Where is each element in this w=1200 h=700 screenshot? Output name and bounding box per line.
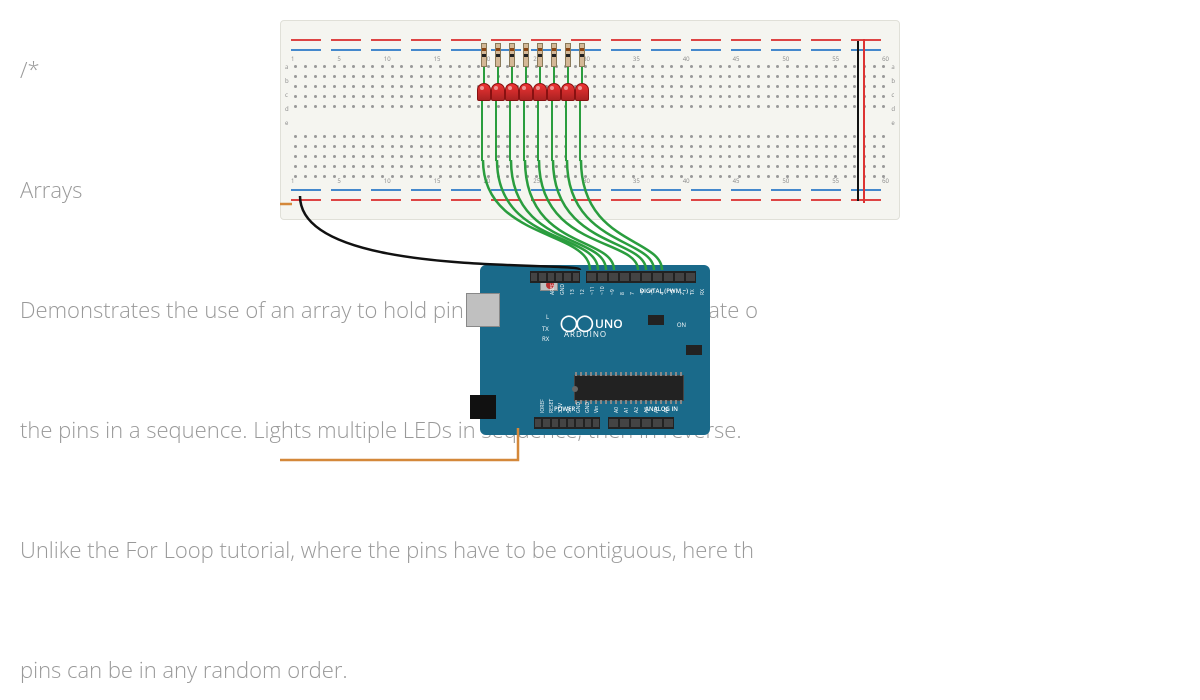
pin-label-digital: ~11 [590, 286, 596, 295]
led-lead [537, 101, 539, 161]
rail-jumper-red [863, 39, 865, 203]
pin-label-digital: 13 [570, 289, 576, 295]
analog-header [608, 417, 674, 429]
resistor [565, 43, 571, 67]
digital-header-left [530, 271, 580, 283]
arduino-uno-board: ◯◯ UNO ARDUINO DIGITAL (PWM ~) POWER ANA… [480, 265, 710, 435]
icsp-header-top [648, 315, 664, 325]
pin-label-power: Vin [594, 406, 600, 413]
resistor [523, 43, 529, 67]
resistor-lead [511, 67, 513, 83]
resistor-lead [483, 67, 485, 83]
led-lead [579, 101, 581, 161]
led-tx-label: TX [542, 325, 549, 333]
pin-label-analog: A3 [644, 407, 650, 413]
resistor [481, 43, 487, 67]
resistor [537, 43, 543, 67]
pin-label-power: RESET [549, 399, 555, 413]
pin-label-digital: RX [700, 289, 706, 295]
led-l-label: L [546, 313, 549, 321]
led-red [575, 83, 589, 101]
icsp-header-side [686, 345, 702, 355]
rail-jumper-black [857, 41, 859, 201]
pin-label-digital: 8 [620, 292, 626, 295]
pin-label-digital: ~10 [600, 286, 606, 295]
power-rail-top-negative [291, 49, 889, 51]
pin-label-power: IOREF [540, 399, 546, 413]
led-lead [481, 101, 483, 161]
led-red [477, 83, 491, 101]
resistor [551, 43, 557, 67]
column-ticks-bottom: 151015202530354045505560 [291, 177, 889, 185]
power-rail-top-positive [291, 39, 889, 41]
code-line [20, 580, 758, 640]
led-lead [565, 101, 567, 161]
pin-label-power: GND [585, 402, 591, 413]
pin-label-digital: ~9 [610, 289, 616, 295]
arduino-brand-text: ARDUINO [564, 329, 607, 340]
pin-label-analog: A1 [624, 407, 630, 413]
led-rx-label: RX [542, 335, 549, 343]
circuit-diagram: 151015202530354045505560 abcde abcde 151… [280, 20, 900, 220]
power-jack [470, 395, 496, 419]
pin-label-analog: A4 [654, 407, 660, 413]
on-led-label: ON [677, 321, 686, 329]
resistor-lead [539, 67, 541, 83]
pin-label-digital: ~6 [640, 289, 646, 295]
resistor [495, 43, 501, 67]
led-red [533, 83, 547, 101]
pin-label-digital: GND [560, 284, 566, 295]
pin-label-digital: TX [690, 289, 696, 295]
usb-port [466, 293, 500, 327]
pin-label-power: 3.3V [558, 403, 564, 413]
led-lead [495, 101, 497, 161]
led-red [547, 83, 561, 101]
code-line: pins can be in any random order. [20, 640, 758, 700]
power-rail-bottom-positive [291, 199, 889, 201]
tie-points-top [291, 61, 889, 111]
resistor [509, 43, 515, 67]
pin-label-digital: 4 [660, 292, 666, 295]
pin-label-digital: ~5 [650, 289, 656, 295]
row-labels-left: abcde [285, 63, 289, 127]
row-labels-right: abcde [891, 63, 895, 127]
code-line: Unlike the For Loop tutorial, where the … [20, 520, 758, 580]
pin-label-digital: 12 [580, 289, 586, 295]
power-rail-bottom-negative [291, 189, 889, 191]
atmega-chip [574, 375, 684, 401]
led-red [491, 83, 505, 101]
led-lead [509, 101, 511, 161]
pin-label-power: GND [576, 402, 582, 413]
power-header [534, 417, 600, 429]
resistor-lead [553, 67, 555, 83]
pin-label-digital: 2 [680, 292, 686, 295]
led-red [505, 83, 519, 101]
pin-label-analog: A2 [634, 407, 640, 413]
digital-header-right [586, 271, 696, 283]
breadboard: 151015202530354045505560 abcde abcde 151… [280, 20, 900, 220]
pin-label-digital: ~3 [670, 289, 676, 295]
resistor-lead [567, 67, 569, 83]
pin-label-analog: A0 [614, 407, 620, 413]
chip-notch-icon [572, 386, 578, 392]
resistor-lead [525, 67, 527, 83]
pin-label-digital: AREF [550, 283, 556, 295]
pin-label-digital: 7 [630, 292, 636, 295]
led-red [519, 83, 533, 101]
led-red [561, 83, 575, 101]
led-lead [551, 101, 553, 161]
tie-points-bottom [291, 131, 889, 181]
resistor [579, 43, 585, 67]
pin-label-power: 5V [567, 407, 573, 413]
resistor-lead [497, 67, 499, 83]
resistor-lead [581, 67, 583, 83]
led-lead [523, 101, 525, 161]
code-line [20, 460, 758, 520]
pin-label-analog: A5 [664, 407, 670, 413]
